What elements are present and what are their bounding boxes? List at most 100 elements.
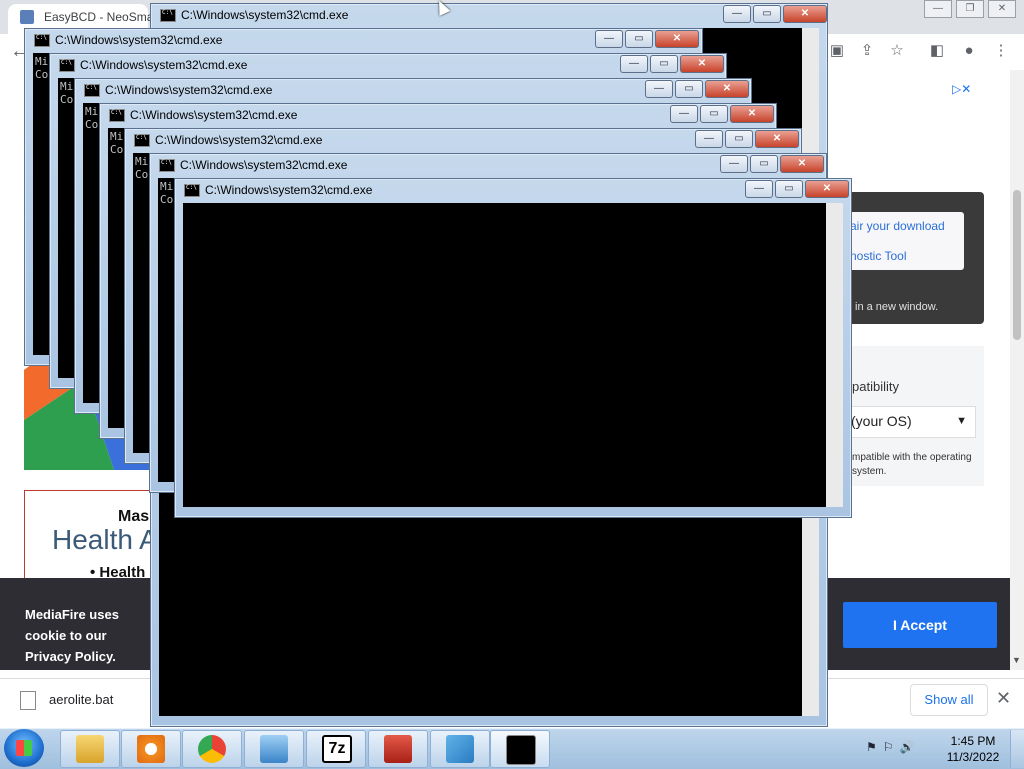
tab-title: EasyBCD - NeoSmar <box>44 10 158 24</box>
profile-avatar-icon[interactable]: ● <box>958 40 980 62</box>
clock-date[interactable]: 11/3/2022 <box>944 750 1002 764</box>
show-desktop-button[interactable] <box>1010 730 1024 768</box>
taskbar-control-panel-button[interactable] <box>244 730 304 768</box>
taskbar-media-player-button[interactable] <box>121 730 181 768</box>
cmd-close-button[interactable]: ✕ <box>705 80 749 98</box>
cmd-minimize-button[interactable]: — <box>620 55 648 73</box>
cookie-text: MediaFire uses cookie to our Privacy Pol… <box>25 607 119 664</box>
bookmark-star-icon[interactable]: ☆ <box>886 40 908 62</box>
cmd-maximize-button[interactable]: ▭ <box>753 5 781 23</box>
file-icon <box>20 691 36 710</box>
compatibility-title: patibility <box>852 379 899 394</box>
scroll-down-arrow-icon[interactable]: ▼ <box>1012 655 1021 665</box>
folder-icon <box>76 735 104 763</box>
cmd-window-icon <box>84 84 100 97</box>
cmd-window[interactable]: C:\Windows\system32\cmd.exe —▭✕ <box>174 178 852 518</box>
cmd-close-button[interactable]: ✕ <box>655 30 699 48</box>
cmd-maximize-button[interactable]: ▭ <box>650 55 678 73</box>
repair-download-link[interactable]: air your download <box>850 219 945 233</box>
compatibility-note: mpatible with the operating system. <box>852 452 972 477</box>
cmd-maximize-button[interactable]: ▭ <box>700 105 728 123</box>
page-favicon-icon <box>20 10 34 24</box>
os-select[interactable]: (your OS) ▼ <box>846 406 976 438</box>
show-all-button[interactable]: Show all <box>910 684 988 716</box>
cmd-console-text: Mi Co <box>35 55 49 81</box>
page-scrollbar[interactable] <box>1010 70 1024 670</box>
chrome-icon <box>198 735 226 763</box>
chevron-down-icon: ▼ <box>956 415 967 427</box>
browser-maximize-button[interactable]: ❐ <box>956 0 984 18</box>
cmd-window-icon <box>184 184 200 197</box>
registry-icon <box>446 735 474 763</box>
cast-icon[interactable]: ▣ <box>826 40 848 62</box>
cmd-console-text: Mi Co <box>85 105 99 131</box>
cmd-window-title: C:\Windows\system32\cmd.exe <box>130 108 298 122</box>
cmd-window-title: C:\Windows\system32\cmd.exe <box>181 8 349 22</box>
cmd-scrollbar[interactable] <box>826 203 843 507</box>
share-icon[interactable]: ⇪ <box>856 40 878 62</box>
cmd-minimize-button[interactable]: — <box>745 180 773 198</box>
cmd-window-icon <box>134 134 150 147</box>
taskbar-cmd-button[interactable] <box>490 730 550 768</box>
clock-time[interactable]: 1:45 PM <box>950 734 996 748</box>
cmd-window-title: C:\Windows\system32\cmd.exe <box>180 158 348 172</box>
cmd-close-button[interactable]: ✕ <box>780 155 824 173</box>
ad-choices-icon[interactable]: ▷✕ <box>952 82 982 96</box>
taskbar-toolbox-button[interactable] <box>368 730 428 768</box>
download-item-filename[interactable]: aerolite.bat <box>49 692 113 707</box>
taskbar-explorer-button[interactable] <box>60 730 120 768</box>
cmd-minimize-button[interactable]: — <box>723 5 751 23</box>
cmd-window-title: C:\Windows\system32\cmd.exe <box>55 33 223 47</box>
cmd-console-text: Mi Co <box>110 130 124 156</box>
cmd-close-button[interactable]: ✕ <box>783 5 827 23</box>
cmd-maximize-button[interactable]: ▭ <box>725 130 753 148</box>
new-window-note: in a new window. <box>855 301 939 313</box>
scrollbar-thumb[interactable] <box>1013 190 1021 340</box>
cmd-window-icon <box>159 159 175 172</box>
close-downloads-icon[interactable]: ✕ <box>996 688 1011 709</box>
cmd-window-title: C:\Windows\system32\cmd.exe <box>80 58 248 72</box>
cmd-console-area[interactable] <box>183 203 826 507</box>
browser-close-button[interactable]: ✕ <box>988 0 1016 18</box>
ad-title: Health A <box>52 524 158 555</box>
cmd-window-icon <box>34 34 50 47</box>
side-panel-icon[interactable]: ◧ <box>926 40 948 62</box>
sevenzip-icon: 7z <box>322 735 352 763</box>
cmd-window-icon <box>160 9 176 22</box>
browser-minimize-button[interactable]: — <box>924 0 952 18</box>
cmd-maximize-button[interactable]: ▭ <box>750 155 778 173</box>
media-player-icon <box>137 735 165 763</box>
cmd-close-button[interactable]: ✕ <box>680 55 724 73</box>
cmd-console-text: Mi Co <box>160 180 174 206</box>
cmd-close-button[interactable]: ✕ <box>730 105 774 123</box>
cmd-minimize-button[interactable]: — <box>720 155 748 173</box>
cmd-console-text: Mi Co <box>60 80 74 106</box>
cmd-window-icon <box>109 109 125 122</box>
taskbar-7zip-button[interactable]: 7z <box>306 730 366 768</box>
cmd-maximize-button[interactable]: ▭ <box>675 80 703 98</box>
toolbox-icon <box>384 735 412 763</box>
cmd-minimize-button[interactable]: — <box>645 80 673 98</box>
cmd-minimize-button[interactable]: — <box>670 105 698 123</box>
cmd-icon <box>506 735 536 765</box>
cmd-maximize-button[interactable]: ▭ <box>775 180 803 198</box>
cmd-window-title: C:\Windows\system32\cmd.exe <box>155 133 323 147</box>
control-panel-icon <box>260 735 288 763</box>
menu-kebab-icon[interactable]: ⋮ <box>990 40 1012 62</box>
cmd-console-text: Mi Co <box>135 155 149 181</box>
cmd-close-button[interactable]: ✕ <box>755 130 799 148</box>
windows-logo-icon <box>16 740 32 756</box>
browser-window-controls: — ❐ ✕ <box>924 0 1024 18</box>
cmd-minimize-button[interactable]: — <box>595 30 623 48</box>
cmd-maximize-button[interactable]: ▭ <box>625 30 653 48</box>
cmd-window-title: C:\Windows\system32\cmd.exe <box>205 183 373 197</box>
system-tray-icons[interactable]: ⚑⚐🔊 <box>866 740 920 754</box>
start-button[interactable] <box>4 729 44 767</box>
accept-cookies-button[interactable]: I Accept <box>843 602 997 648</box>
taskbar-chrome-button[interactable] <box>182 730 242 768</box>
diagnostic-tool-link[interactable]: nostic Tool <box>850 249 906 263</box>
taskbar-registry-button[interactable] <box>430 730 490 768</box>
cmd-close-button[interactable]: ✕ <box>805 180 849 198</box>
cmd-minimize-button[interactable]: — <box>695 130 723 148</box>
cmd-window-icon <box>59 59 75 72</box>
